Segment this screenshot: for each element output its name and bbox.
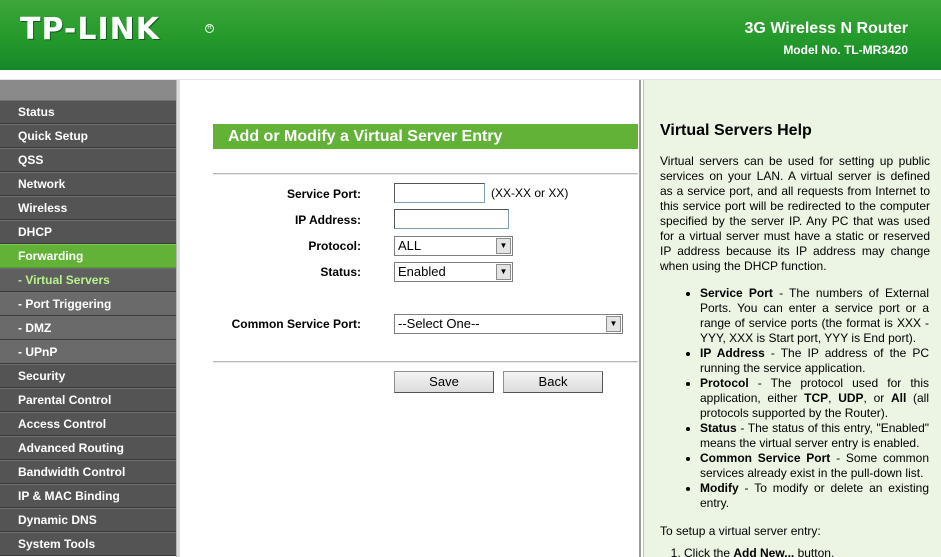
sidebar-item-upnp[interactable]: - UPnP [0, 340, 176, 364]
protocol-selected-value: ALL [398, 238, 422, 253]
service-port-hint: (XX-XX or XX) [491, 186, 569, 200]
help-item-service-port: Service Port - The numbers of External P… [700, 286, 929, 346]
sidebar-item-network[interactable]: Network [0, 172, 176, 196]
help-setup-heading: To setup a virtual server entry: [660, 524, 821, 538]
common-service-port-select[interactable]: --Select One-- ▼ [394, 314, 623, 334]
sidebar-item-security[interactable]: Security [0, 364, 176, 388]
ip-address-input[interactable] [394, 209, 509, 229]
sidebar-item-advanced-routing[interactable]: Advanced Routing [0, 436, 176, 460]
help-intro: Virtual servers can be used for setting … [660, 154, 930, 273]
header-divider [0, 70, 941, 80]
bottom-divider [213, 361, 638, 363]
sidebar-item-qss[interactable]: QSS [0, 148, 176, 172]
help-item-protocol: Protocol - The protocol used for this ap… [700, 376, 929, 421]
sidebar: Status Quick Setup QSS Network Wireless … [0, 80, 180, 557]
help-item-status: Status - The status of this entry, "Enab… [700, 421, 929, 451]
sidebar-item-quick-setup[interactable]: Quick Setup [0, 124, 176, 148]
top-divider [213, 173, 638, 175]
page-title: Add or Modify a Virtual Server Entry [213, 124, 638, 149]
sidebar-menu: Status Quick Setup QSS Network Wireless … [0, 100, 176, 556]
sidebar-item-forwarding[interactable]: Forwarding [0, 244, 176, 268]
sidebar-item-port-triggering[interactable]: - Port Triggering [0, 292, 176, 316]
help-item-modify: Modify - To modify or delete an existing… [700, 481, 929, 511]
common-service-port-label: Common Service Port: [231, 317, 361, 331]
help-item-common-service-port: Common Service Port - Some common servic… [700, 451, 929, 481]
help-setup-steps: Click the Add New... button. [684, 546, 834, 557]
help-bullet-list: Service Port - The numbers of External P… [684, 286, 929, 511]
back-button[interactable]: Back [503, 371, 603, 393]
help-setup-step: Click the Add New... button. [684, 546, 834, 557]
sidebar-item-ip-mac-binding[interactable]: IP & MAC Binding [0, 484, 176, 508]
model-number: Model No. TL-MR3420 [783, 43, 908, 57]
product-name: 3G Wireless N Router [744, 20, 908, 37]
status-label: Status: [320, 265, 361, 279]
chevron-down-icon[interactable]: ▼ [496, 238, 511, 254]
chevron-down-icon[interactable]: ▼ [496, 264, 511, 280]
protocol-label: Protocol: [308, 239, 361, 253]
chevron-down-icon[interactable]: ▼ [606, 316, 621, 332]
help-title: Virtual Servers Help [660, 122, 812, 139]
sidebar-item-status[interactable]: Status [0, 100, 176, 124]
sidebar-item-virtual-servers[interactable]: - Virtual Servers [0, 268, 176, 292]
brand-logo: TP-LINK [20, 12, 161, 47]
service-port-label: Service Port: [286, 187, 361, 201]
status-selected-value: Enabled [398, 264, 446, 279]
help-item-ip-address: IP Address - The IP address of the PC ru… [700, 346, 929, 376]
sidebar-top-bar [0, 80, 176, 100]
help-panel: Virtual Servers Help Virtual servers can… [643, 80, 941, 557]
main-panel: Add or Modify a Virtual Server Entry Ser… [180, 80, 641, 557]
sidebar-item-parental-control[interactable]: Parental Control [0, 388, 176, 412]
status-select[interactable]: Enabled ▼ [394, 262, 513, 282]
header-banner: TP-LINK R 3G Wireless N Router Model No.… [0, 0, 941, 70]
save-button[interactable]: Save [394, 371, 494, 393]
protocol-select[interactable]: ALL ▼ [394, 236, 513, 256]
sidebar-item-dhcp[interactable]: DHCP [0, 220, 176, 244]
common-service-port-selected-value: --Select One-- [398, 316, 480, 331]
sidebar-item-access-control[interactable]: Access Control [0, 412, 176, 436]
sidebar-item-dynamic-dns[interactable]: Dynamic DNS [0, 508, 176, 532]
service-port-input[interactable] [394, 183, 485, 203]
sidebar-item-system-tools[interactable]: System Tools [0, 532, 176, 556]
ip-address-label: IP Address: [294, 213, 361, 227]
sidebar-item-dmz[interactable]: - DMZ [0, 316, 176, 340]
sidebar-item-bandwidth-control[interactable]: Bandwidth Control [0, 460, 176, 484]
registered-mark-icon: R [205, 24, 214, 33]
sidebar-item-wireless[interactable]: Wireless [0, 196, 176, 220]
